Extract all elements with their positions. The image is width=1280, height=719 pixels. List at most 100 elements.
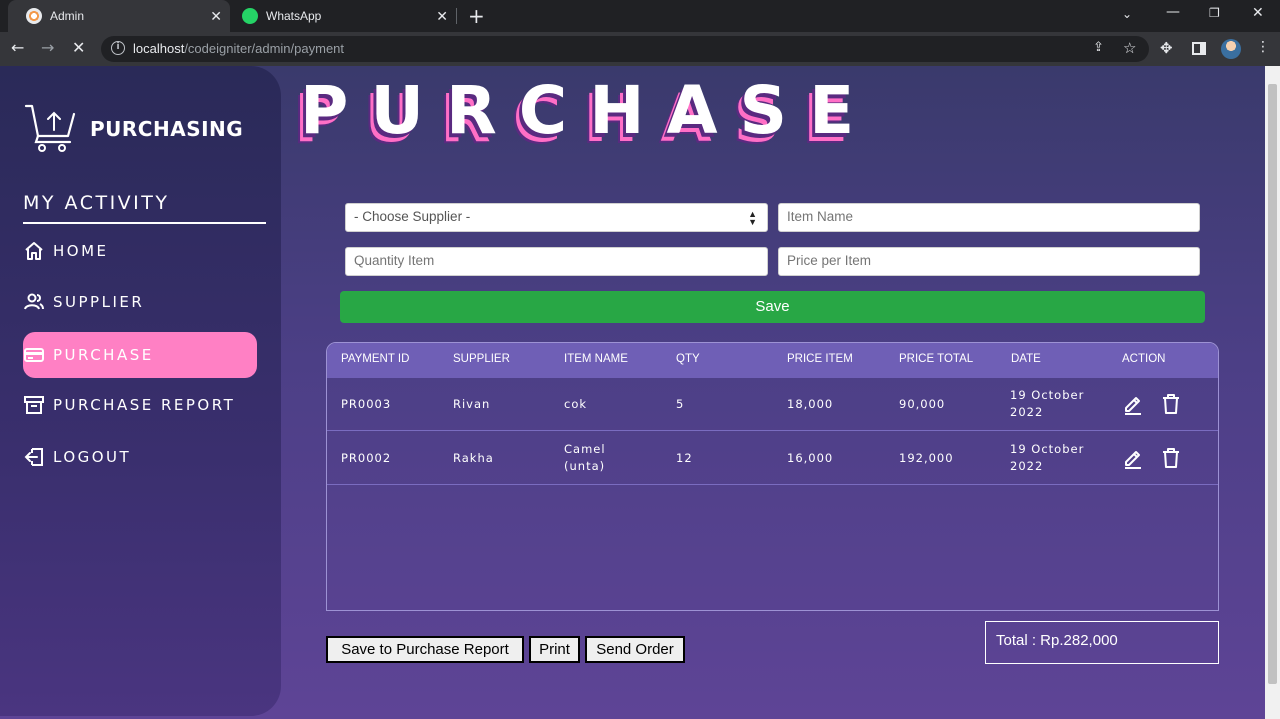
page-title-text: PURCHASE: [300, 72, 877, 149]
print-button[interactable]: Print: [529, 636, 580, 663]
page-scrollbar[interactable]: [1265, 66, 1280, 719]
sidebar-item-label: PURCHASE REPORT: [53, 396, 236, 414]
sidebar-item-label: SUPPLIER: [53, 293, 145, 311]
purchase-table: PAYMENT ID SUPPLIER ITEM NAME QTY PRICE …: [326, 342, 1219, 611]
select-arrows-icon: ▲ ▼: [748, 209, 757, 227]
edit-icon[interactable]: [1123, 447, 1143, 473]
column-header: PRICE TOTAL: [899, 353, 974, 365]
column-header: QTY: [676, 353, 700, 365]
bookmark-star-icon[interactable]: ☆: [1123, 39, 1136, 57]
url-text: localhost/codeigniter/admin/payment: [133, 41, 344, 56]
supplier-select-value: - Choose Supplier -: [354, 209, 471, 224]
tab-whatsapp[interactable]: WhatsApp ✕: [230, 0, 456, 32]
chrome-favicon-icon: [26, 8, 42, 24]
tab-divider: [456, 8, 457, 24]
home-icon: [23, 240, 45, 262]
sidebar-item-logout[interactable]: LOGOUT: [23, 434, 257, 480]
supplier-select[interactable]: - Choose Supplier - ▲ ▼: [345, 203, 768, 232]
url-host: localhost: [133, 41, 185, 56]
new-tab-button[interactable]: +: [468, 4, 485, 28]
quantity-input[interactable]: Quantity Item: [345, 247, 768, 276]
restore-icon[interactable]: ❐: [1209, 6, 1220, 20]
save-to-report-button[interactable]: Save to Purchase Report: [326, 636, 524, 663]
cell-item-name: Camel (unta): [564, 442, 606, 473]
column-header: ITEM NAME: [564, 353, 628, 365]
price-input[interactable]: Price per Item: [778, 247, 1200, 276]
cell-date: 19 October 2022: [1010, 388, 1085, 419]
close-window-icon[interactable]: ✕: [1252, 5, 1264, 21]
sidebar-item-label: PURCHASE: [53, 346, 154, 364]
brand-title: PURCHASING: [90, 117, 244, 141]
close-tab-icon[interactable]: ✕: [210, 8, 222, 25]
browser-toolbar: ← → ✕ i localhost/codeigniter/admin/paym…: [0, 32, 1280, 66]
cell-qty: 5: [676, 397, 685, 411]
cell-qty: 12: [676, 451, 693, 465]
column-header: ACTION: [1122, 353, 1166, 365]
cell-price-total: 192,000: [899, 451, 954, 465]
cell-item-name: cok: [564, 397, 588, 411]
cell-payment-id: PR0002: [341, 451, 392, 465]
send-order-button[interactable]: Send Order: [585, 636, 685, 663]
cell-payment-id: PR0003: [341, 397, 392, 411]
stop-loading-icon[interactable]: ✕: [72, 38, 85, 57]
sidebar-item-label: HOME: [53, 242, 109, 260]
archive-icon: [23, 394, 45, 416]
site-info-icon[interactable]: i: [111, 41, 125, 55]
browser-tab-strip: Admin ✕ WhatsApp ✕ + ⌄ — ❐ ✕: [0, 0, 1280, 32]
page-title: PURCHASE: [300, 72, 876, 162]
item-name-placeholder: Item Name: [787, 209, 854, 224]
total-display: Total : Rp.282,000: [985, 621, 1219, 664]
tab-admin[interactable]: Admin ✕: [8, 0, 230, 32]
back-icon[interactable]: ←: [11, 38, 24, 57]
column-header: DATE: [1011, 353, 1041, 365]
whatsapp-icon: [242, 8, 258, 24]
cell-date: 19 October 2022: [1010, 442, 1085, 473]
minimize-icon[interactable]: —: [1166, 4, 1180, 20]
brand: PURCHASING: [24, 104, 243, 154]
users-icon: [23, 291, 45, 313]
sidebar-item-label: LOGOUT: [53, 448, 132, 466]
profile-avatar[interactable]: [1221, 39, 1241, 59]
edit-icon[interactable]: [1123, 393, 1143, 419]
column-header: PRICE ITEM: [787, 353, 853, 365]
sidebar: PURCHASING MY ACTIVITY HOME SUPPLIER PUR…: [0, 66, 281, 716]
extensions-icon[interactable]: ✥: [1160, 39, 1173, 57]
credit-card-icon: [23, 344, 45, 366]
price-placeholder: Price per Item: [787, 253, 872, 268]
table-row: PR0002 Rakha Camel (unta) 12 16,000 192,…: [327, 432, 1218, 485]
sidebar-item-purchase-report[interactable]: PURCHASE REPORT: [23, 382, 257, 428]
cell-price-item: 18,000: [787, 397, 834, 411]
cell-price-item: 16,000: [787, 451, 834, 465]
menu-kebab-icon[interactable]: ⋮: [1256, 39, 1270, 55]
delete-icon[interactable]: [1161, 393, 1181, 419]
section-divider: [23, 222, 266, 224]
sidebar-item-purchase[interactable]: PURCHASE: [23, 332, 257, 378]
address-bar[interactable]: i localhost/codeigniter/admin/payment ⇪ …: [101, 36, 1149, 62]
cell-price-total: 90,000: [899, 397, 946, 411]
logout-icon: [23, 446, 45, 468]
save-button[interactable]: Save: [340, 291, 1205, 323]
item-name-input[interactable]: Item Name: [778, 203, 1200, 232]
tab-search-icon[interactable]: ⌄: [1122, 7, 1132, 21]
cell-supplier: Rivan: [453, 397, 491, 411]
column-header: SUPPLIER: [453, 353, 510, 365]
side-panel-icon[interactable]: [1192, 42, 1206, 55]
delete-icon[interactable]: [1161, 447, 1181, 473]
table-header: PAYMENT ID SUPPLIER ITEM NAME QTY PRICE …: [327, 343, 1218, 378]
forward-icon[interactable]: →: [41, 38, 54, 57]
shopping-cart-icon: [24, 104, 76, 152]
url-path: /codeigniter/admin/payment: [184, 41, 345, 56]
share-icon[interactable]: ⇪: [1093, 40, 1104, 55]
tab-title: WhatsApp: [266, 9, 322, 23]
sidebar-item-home[interactable]: HOME: [23, 228, 257, 274]
scrollbar-thumb[interactable]: [1268, 84, 1277, 684]
page-content: PURCHASING MY ACTIVITY HOME SUPPLIER PUR…: [0, 66, 1265, 719]
quantity-placeholder: Quantity Item: [354, 253, 435, 268]
cell-supplier: Rakha: [453, 451, 494, 465]
table-row: PR0003 Rivan cok 5 18,000 90,000 19 Octo…: [327, 378, 1218, 431]
close-tab-icon[interactable]: ✕: [436, 8, 448, 25]
sidebar-item-supplier[interactable]: SUPPLIER: [23, 279, 257, 325]
tab-title: Admin: [50, 9, 85, 23]
column-header: PAYMENT ID: [341, 353, 410, 365]
section-title: MY ACTIVITY: [23, 192, 170, 214]
